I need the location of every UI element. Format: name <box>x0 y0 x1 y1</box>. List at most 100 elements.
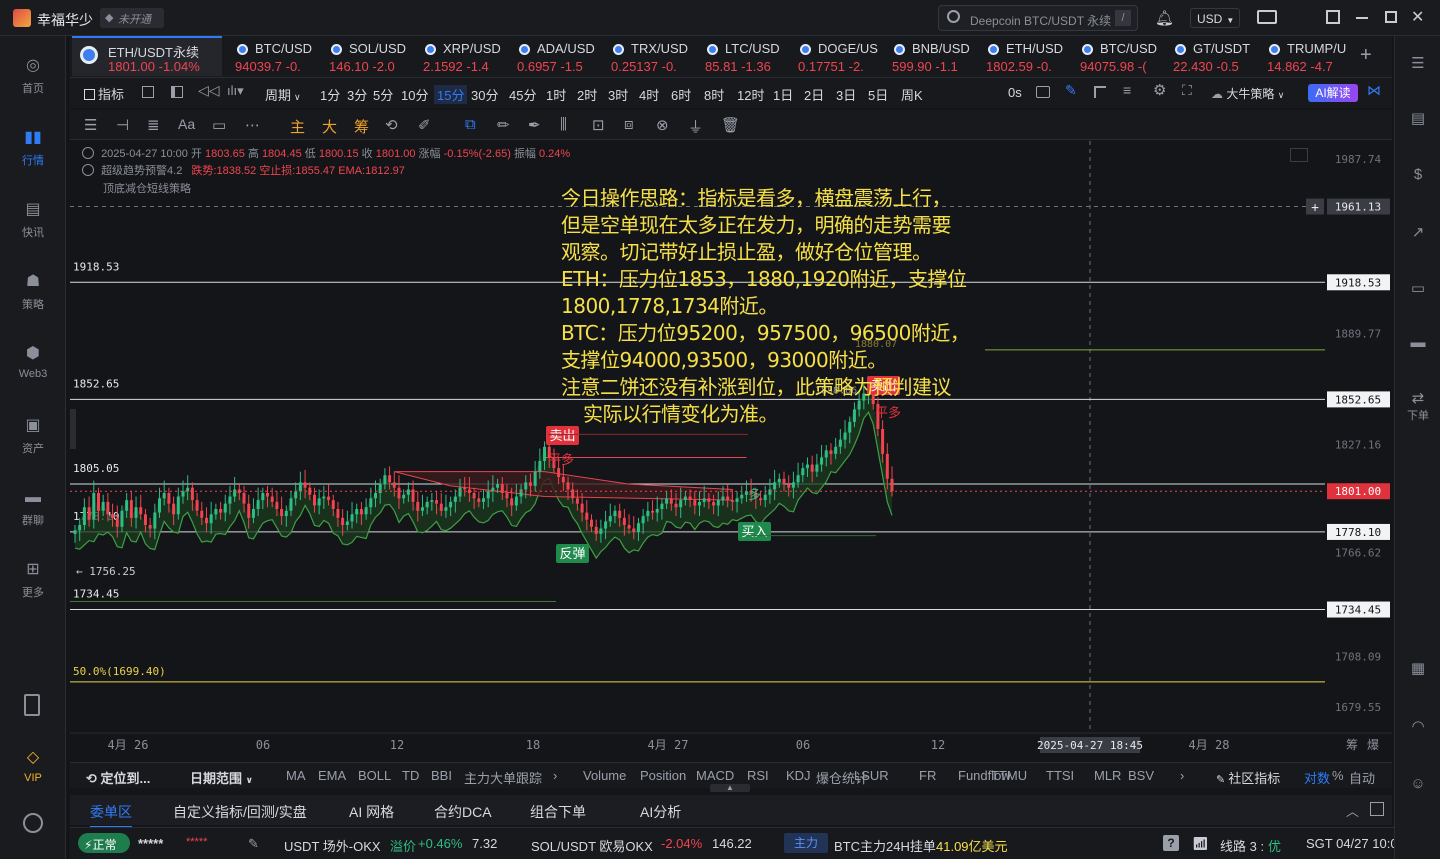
timeframe-2[interactable]: 5分 <box>373 85 393 104</box>
ruler-icon[interactable]: ▭ <box>212 116 226 134</box>
indicator2-3[interactable]: RSI <box>747 768 769 783</box>
calendar-icon[interactable] <box>142 86 154 98</box>
close-icon[interactable]: ✕ <box>1411 7 1424 27</box>
sidebar-item-6[interactable]: ▬ 群聊 <box>0 488 66 528</box>
more-icon[interactable]: ⋯ <box>245 116 260 134</box>
community-indicator-button[interactable]: ✎ 社区指标 <box>1216 768 1280 787</box>
indicator-主力大单跟踪[interactable]: 主力大单跟踪 <box>464 768 542 787</box>
settings-gear-icon[interactable]: ⚙ <box>1153 81 1166 99</box>
timeframe-11[interactable]: 6时 <box>671 85 691 104</box>
trash-icon[interactable]: 🗑︎ <box>721 116 740 134</box>
indicator-button[interactable]: 指标 <box>84 84 124 103</box>
timeframe-12[interactable]: 8时 <box>704 85 724 104</box>
pencil-icon[interactable]: ✎ <box>1065 82 1077 99</box>
ticker-tab[interactable]: BTC/USD 94039.7 -0. <box>235 38 327 76</box>
card-icon[interactable]: ▬ <box>1407 332 1429 354</box>
timeframe-1[interactable]: 3分 <box>347 85 367 104</box>
search-box[interactable]: Deepcoin BTC/USDT 永续 / <box>938 5 1138 31</box>
route-label[interactable]: 线路 3 : <box>1220 836 1264 855</box>
timeframe-4[interactable]: 15分 <box>434 85 468 104</box>
fullscreen-corner-icon[interactable] <box>1094 86 1106 98</box>
timeframe-8[interactable]: 2时 <box>577 85 597 104</box>
timeframe-6[interactable]: 45分 <box>509 85 536 104</box>
list-icon[interactable]: ☰ <box>1407 53 1429 75</box>
connection-status[interactable]: ⚡正常 <box>78 833 130 853</box>
window-popout-icon[interactable] <box>1326 10 1340 24</box>
ticker-tab[interactable]: GT/USDT 22.430 -0.5 <box>1173 38 1265 76</box>
menu-lines-icon[interactable]: ☰ <box>84 116 97 134</box>
expand-icon[interactable]: ⛶ <box>1182 82 1192 99</box>
timeframe-14[interactable]: 1日 <box>773 85 793 104</box>
trend-icon[interactable]: ↗ <box>1407 222 1429 244</box>
timeframe-0[interactable]: 1分 <box>320 85 340 104</box>
log-scale-toggle[interactable]: 对数 <box>1304 768 1330 787</box>
ticker-tab[interactable]: ETH/USDT永续 1801.00 -1.04% <box>72 36 222 76</box>
panel-tab-3[interactable]: 合约DCA <box>434 802 492 822</box>
indicator2-9[interactable]: TTMU <box>991 768 1027 783</box>
sidebar-item-5[interactable]: ▣ 资产 <box>0 416 66 456</box>
ticker-tab[interactable]: ADA/USD 0.6957 -1.5 <box>517 38 609 76</box>
main-indicator-button[interactable]: 主 <box>290 116 305 137</box>
indicator-MA[interactable]: MA <box>286 768 306 783</box>
big-order-button[interactable]: 大 <box>322 116 337 137</box>
panel-tab-5[interactable]: AI分析 <box>640 802 681 822</box>
collapse-icon[interactable] <box>1290 148 1308 162</box>
indicator2-10[interactable]: TTSI <box>1046 768 1074 783</box>
price-chart[interactable]: 1987.74 1961.13 1918.53 1889.77 1852.65 1827.… <box>70 141 1392 761</box>
edit-box-icon[interactable]: ⧈ <box>624 116 634 133</box>
panel-tab-0[interactable]: 委单区 <box>90 802 132 828</box>
add-ticker-icon[interactable]: + <box>1360 44 1372 67</box>
panel-tab-2[interactable]: AI 网格 <box>349 802 394 822</box>
indicator2-12[interactable]: BSV <box>1128 768 1154 783</box>
share-icon[interactable]: ⋈ <box>1367 82 1381 99</box>
timeframe-10[interactable]: 4时 <box>639 85 659 104</box>
currency-select[interactable]: USD ▼ <box>1190 8 1240 28</box>
ticker-tab[interactable]: XRP/USD 2.1592 -1.4 <box>423 38 515 76</box>
timeframe-13[interactable]: 12时 <box>737 85 764 104</box>
sidebar-item-0[interactable]: ◎ 首页 <box>0 56 66 96</box>
ticker-tab[interactable]: DOGE/US 0.17751 -2. <box>798 38 890 76</box>
timeframe-15[interactable]: 2日 <box>804 85 824 104</box>
indicator-BBI[interactable]: BBI <box>431 768 452 783</box>
marker-icon[interactable]: ✒ <box>528 116 541 134</box>
mail-icon[interactable] <box>1257 10 1277 24</box>
edit-pencil-icon[interactable]: ✎ <box>248 836 259 852</box>
indicator-EMA[interactable]: EMA <box>318 768 346 783</box>
headset-icon[interactable]: ◠ <box>1407 716 1429 738</box>
candle-icon[interactable]: ⫼ <box>560 116 567 133</box>
chevron-right-icon[interactable]: › <box>1180 768 1184 783</box>
timeframe-17[interactable]: 5日 <box>868 85 888 104</box>
indicator2-6[interactable]: LSUR <box>854 768 889 783</box>
indicator2-4[interactable]: KDJ <box>786 768 811 783</box>
timeframe-18[interactable]: 周K <box>901 85 923 104</box>
sidebar-item-7[interactable]: ⊞ 更多 <box>0 560 66 600</box>
monitor-icon[interactable]: ▭ <box>1407 278 1429 300</box>
panel-tab-1[interactable]: 自定义指标/回测/实盘 <box>173 802 307 822</box>
maximize-icon[interactable] <box>1385 11 1397 23</box>
indicator2-1[interactable]: Position <box>640 768 686 783</box>
filter-icon[interactable]: ⏚ <box>688 116 703 137</box>
bell-icon[interactable]: 🔔︎ <box>1155 9 1174 27</box>
dollar-icon[interactable]: $ <box>1407 164 1429 186</box>
order-icon[interactable]: ⇄ 下单 <box>1407 388 1429 422</box>
rewind-icon[interactable]: ◁◁ <box>198 82 220 99</box>
lines-icon[interactable]: ≡ <box>1123 82 1131 98</box>
chart-type-icon[interactable]: ılı▾ <box>227 83 244 99</box>
document-icon[interactable]: ▤ <box>1407 108 1429 130</box>
ticker-tab[interactable]: BTC/USD 94075.98 -( <box>1080 38 1172 76</box>
timeframe-16[interactable]: 3日 <box>836 85 856 104</box>
mascot-icon[interactable]: ☺ <box>1407 773 1429 795</box>
trading-note[interactable]: 今日操作思路：指标是看多，横盘震荡上行， 但是空单现在太多正在发力，明确的走势需要… <box>561 185 991 428</box>
strategy-dropdown[interactable]: ☁ 大牛策略 ∨ <box>1211 85 1284 102</box>
ticker-tab[interactable]: BNB/USD 599.90 -1.1 <box>892 38 984 76</box>
ticker-tab[interactable]: SOL/USD 146.10 -2.0 <box>329 38 421 76</box>
settings-icon[interactable] <box>23 813 43 833</box>
locate-button[interactable]: ⟲ 定位到... <box>86 768 150 787</box>
chevron-right-icon[interactable]: › <box>553 768 557 783</box>
ticker-tab[interactable]: LTC/USD 85.81 -1.36 <box>705 38 797 76</box>
timeframe-3[interactable]: 10分 <box>401 85 428 104</box>
ticker-tab[interactable]: ETH/USD 1802.59 -0. <box>986 38 1078 76</box>
date-range-dropdown[interactable]: 日期范围 ∨ <box>190 768 253 787</box>
sidebar-item-3[interactable]: ☗ 策略 <box>0 272 66 312</box>
replay-icon[interactable]: ⟲ <box>385 116 398 134</box>
